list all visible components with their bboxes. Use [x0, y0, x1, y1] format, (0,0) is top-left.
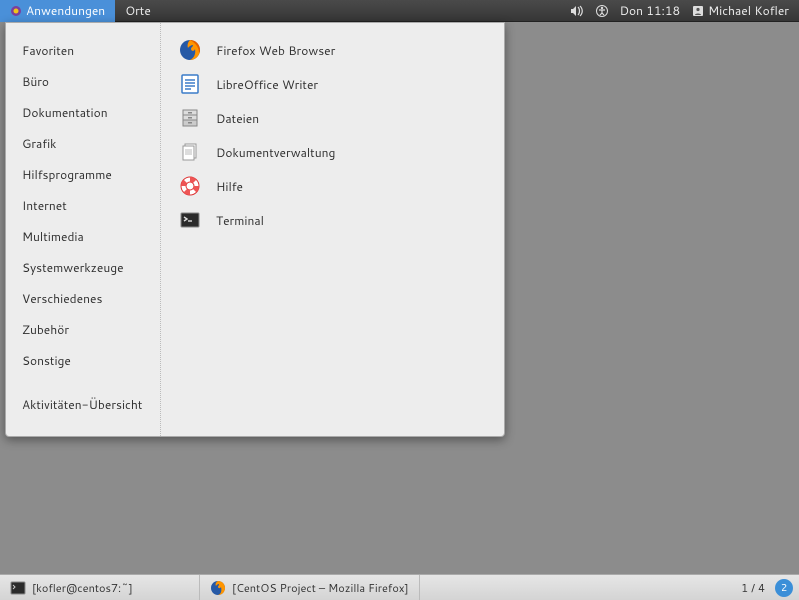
activities-overview[interactable]: Aktivitäten-Übersicht — [6, 389, 158, 420]
bottom-panel: [kofler@centos7:~] [CentOS Project – Moz… — [0, 574, 799, 600]
task-terminal[interactable]: [kofler@centos7:~] — [0, 575, 200, 600]
app-files[interactable]: Dateien — [161, 101, 504, 135]
app-label: Hilfe — [216, 178, 243, 195]
file-cabinet-icon — [179, 107, 201, 129]
applications-menu-label: Anwendungen — [26, 2, 105, 19]
task-label: [kofler@centos7:~] — [32, 580, 133, 596]
category-list: Favoriten Büro Dokumentation Grafik Hilf… — [6, 23, 161, 436]
notification-badge[interactable]: 2 — [775, 579, 793, 597]
category-internet[interactable]: Internet — [6, 190, 160, 221]
firefox-icon — [210, 580, 226, 596]
help-lifebuoy-icon — [179, 175, 201, 197]
category-documentation[interactable]: Dokumentation — [6, 97, 160, 128]
app-help[interactable]: Hilfe — [161, 169, 504, 203]
category-accessories[interactable]: Zubehör — [6, 314, 160, 345]
firefox-icon — [179, 39, 201, 61]
category-misc[interactable]: Verschiedenes — [6, 283, 160, 314]
category-office[interactable]: Büro — [6, 66, 160, 97]
category-other[interactable]: Sonstige — [6, 345, 160, 376]
category-multimedia[interactable]: Multimedia — [6, 221, 160, 252]
top-panel: Anwendungen Orte Don 11:18 Michael Kofle… — [0, 0, 799, 22]
task-firefox[interactable]: [CentOS Project – Mozilla Firefox] — [200, 575, 420, 600]
category-system-tools[interactable]: Systemwerkzeuge — [6, 252, 160, 283]
documents-icon — [179, 141, 201, 163]
distro-logo-icon — [10, 5, 22, 17]
accessibility-icon[interactable] — [596, 5, 608, 17]
category-graphics[interactable]: Grafik — [6, 128, 160, 159]
workspace-indicator[interactable]: 1 / 4 — [731, 580, 775, 596]
app-terminal[interactable]: Terminal — [161, 203, 504, 237]
app-libreoffice-writer[interactable]: LibreOffice Writer — [161, 67, 504, 101]
app-label: Firefox Web Browser — [216, 42, 335, 59]
user-menu[interactable]: Michael Kofler — [692, 2, 789, 19]
applications-menu-button[interactable]: Anwendungen — [0, 0, 115, 22]
volume-icon[interactable] — [570, 5, 584, 17]
category-favorites[interactable]: Favoriten — [6, 35, 160, 66]
user-icon — [692, 5, 704, 17]
task-label: [CentOS Project – Mozilla Firefox] — [232, 580, 409, 596]
document-icon — [179, 73, 201, 95]
places-menu-label: Orte — [125, 2, 151, 19]
app-firefox[interactable]: Firefox Web Browser — [161, 33, 504, 67]
app-label: Dokumentverwaltung — [216, 144, 335, 161]
terminal-icon — [179, 209, 201, 231]
app-label: Terminal — [216, 212, 264, 229]
app-document-management[interactable]: Dokumentverwaltung — [161, 135, 504, 169]
clock[interactable]: Don 11:18 — [620, 2, 681, 19]
user-name: Michael Kofler — [708, 2, 789, 19]
app-label: LibreOffice Writer — [216, 76, 318, 93]
app-label: Dateien — [216, 110, 259, 127]
places-menu-button[interactable]: Orte — [115, 0, 161, 22]
applications-dropdown: Favoriten Büro Dokumentation Grafik Hilf… — [5, 22, 505, 437]
app-list: Firefox Web Browser LibreOffice Writer D… — [161, 23, 504, 436]
category-utilities[interactable]: Hilfsprogramme — [6, 159, 160, 190]
system-tray: Don 11:18 Michael Kofler — [570, 2, 799, 19]
terminal-icon — [10, 580, 26, 596]
